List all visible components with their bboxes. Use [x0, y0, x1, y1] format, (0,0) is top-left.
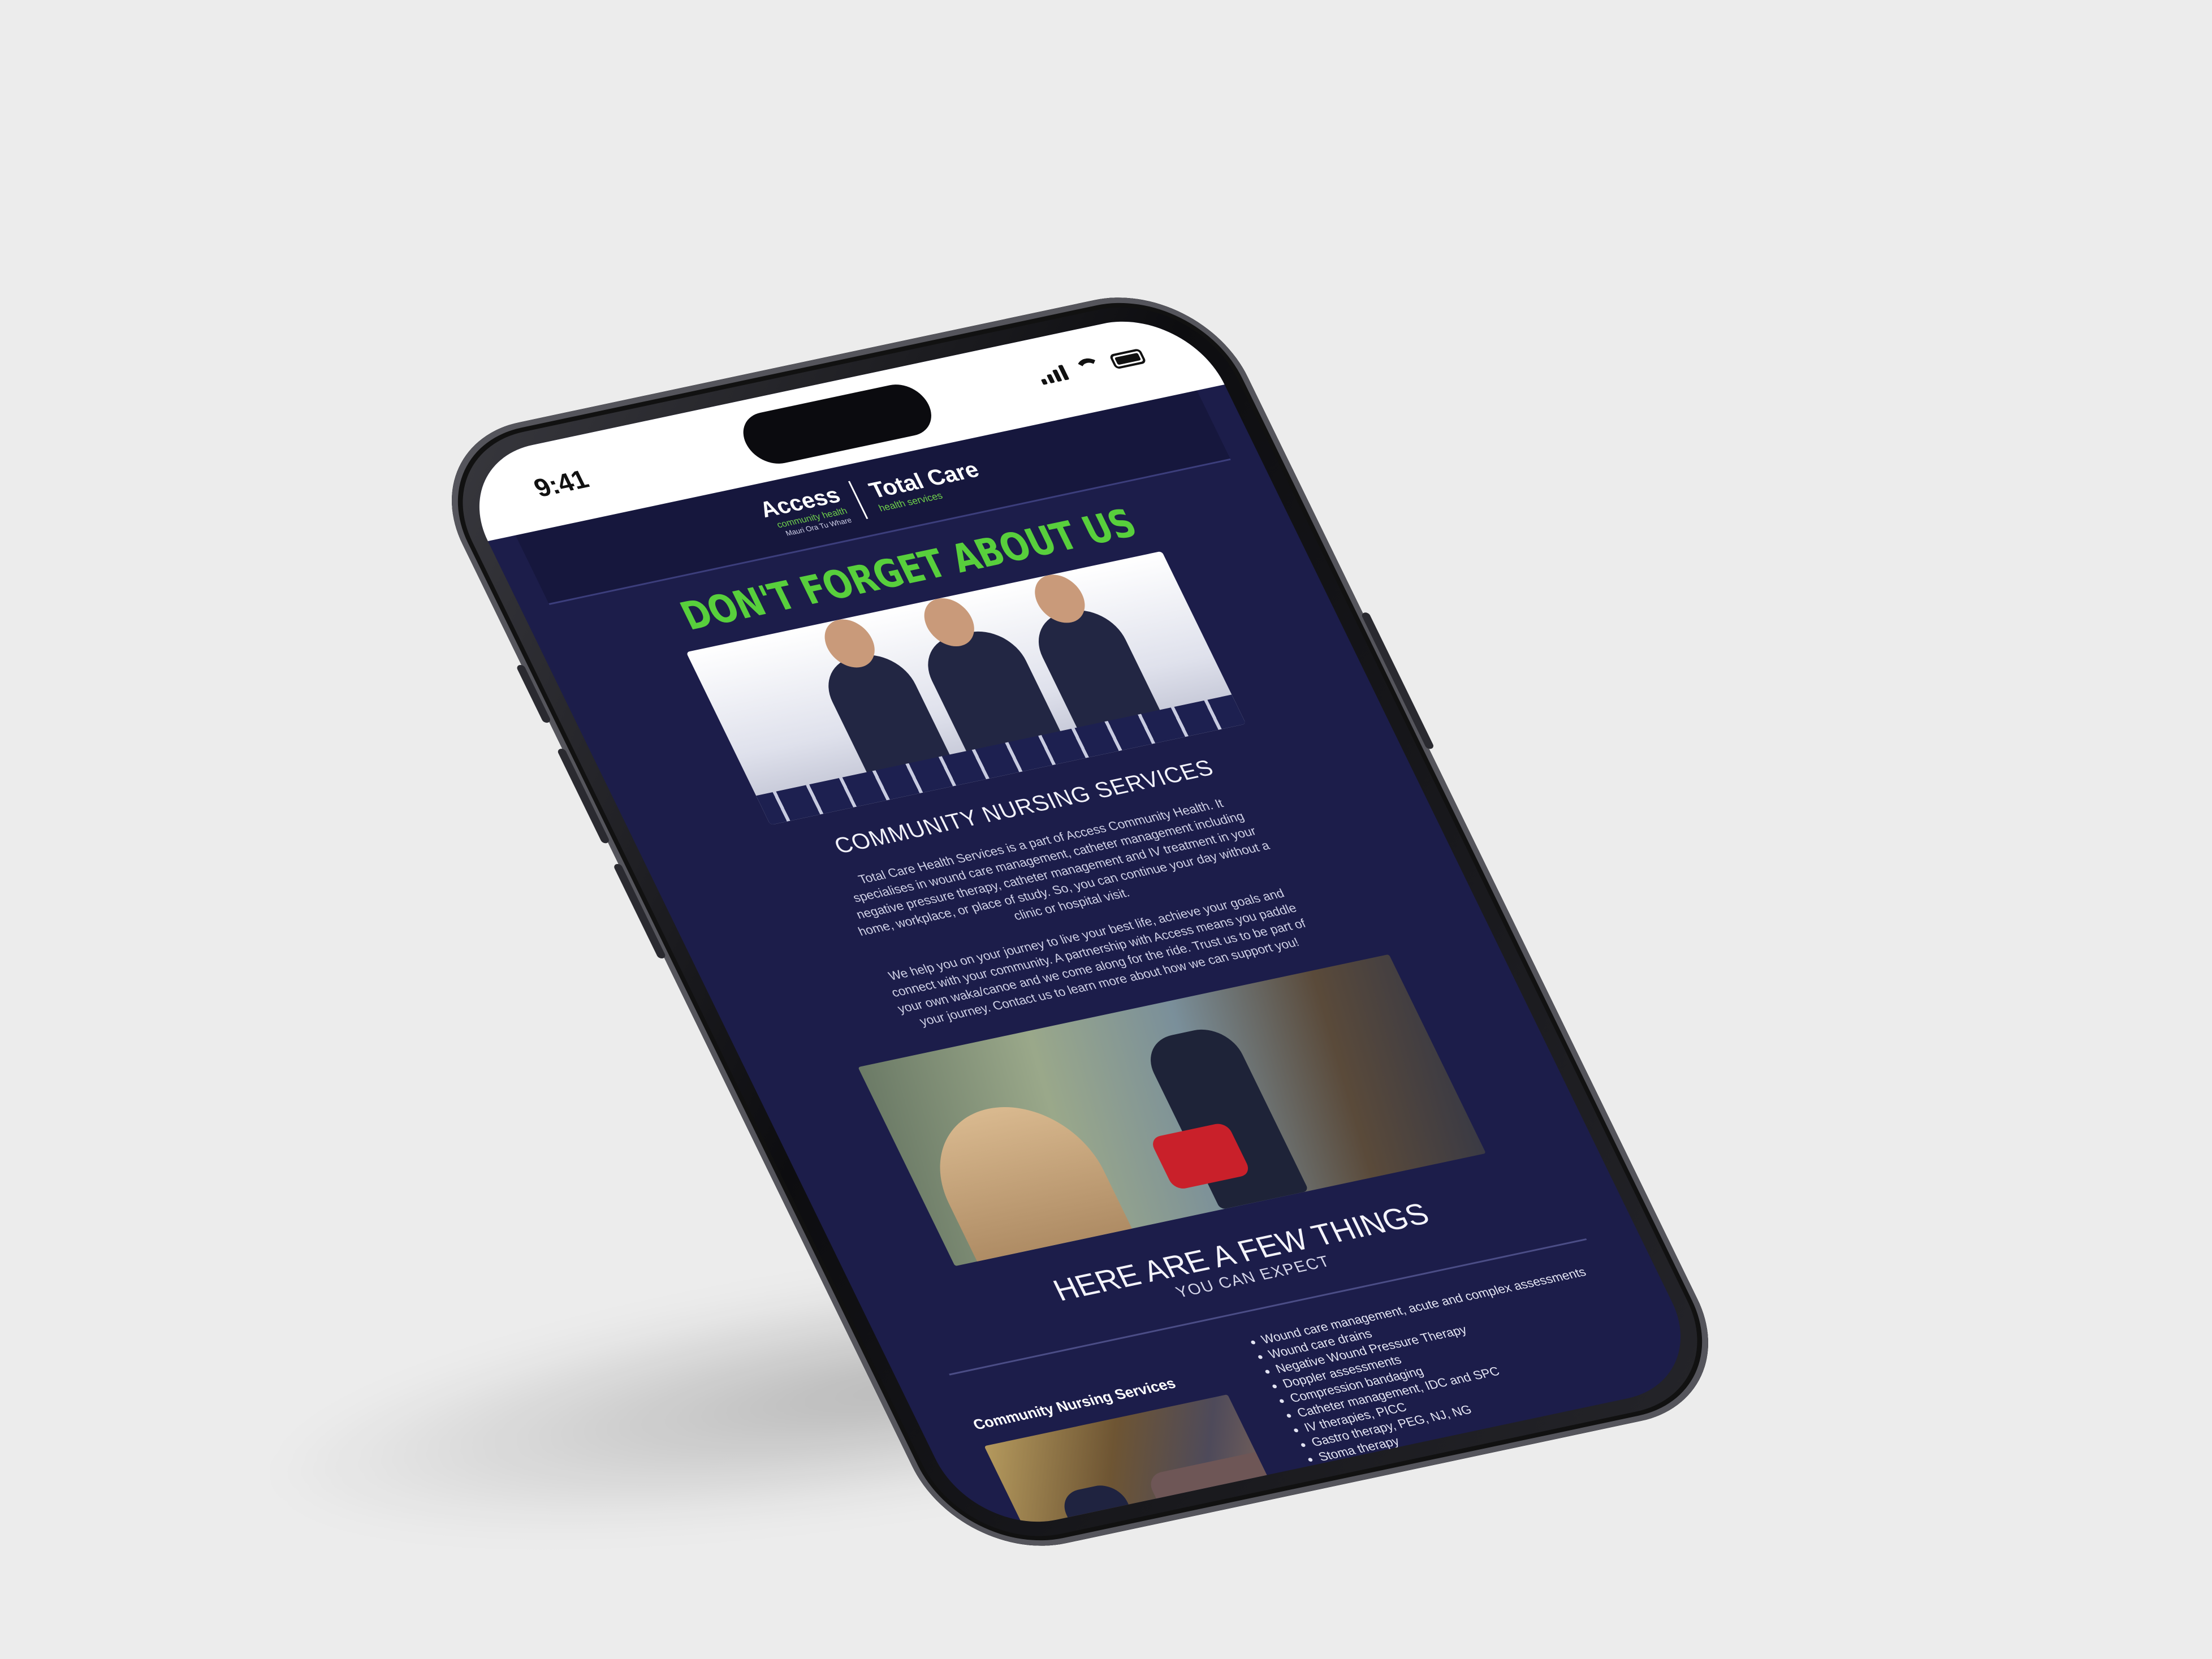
signal-icon: [1036, 364, 1070, 385]
logo-divider: [848, 481, 869, 519]
client-figure: [910, 1092, 1143, 1267]
divider: [1093, 1535, 1710, 1537]
status-icons: [1036, 347, 1147, 386]
battery-icon: [1108, 348, 1147, 370]
totalcare-logo: Total Care health services: [865, 457, 988, 513]
access-logo: Access community health Mauri Ora Tu Wha…: [755, 483, 853, 540]
nurse-figure: [1138, 1023, 1309, 1210]
status-time: 9:41: [529, 464, 593, 503]
wifi-icon: [1073, 356, 1105, 378]
